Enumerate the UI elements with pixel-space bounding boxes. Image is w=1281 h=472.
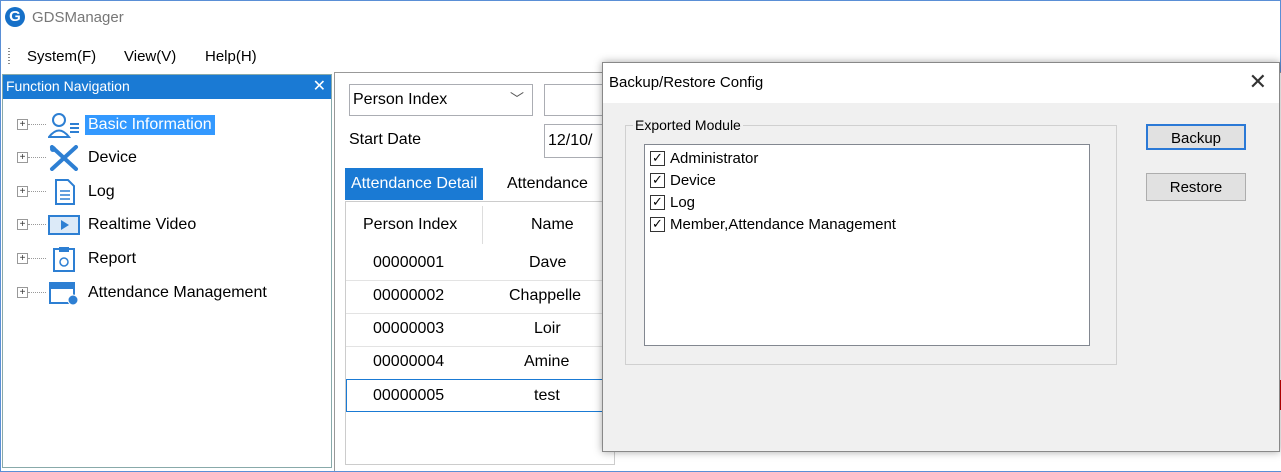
function-navigation-panel: Function Navigation ✕ + Basic Informatio…: [2, 74, 332, 468]
table-row[interactable]: 00000002 Chappelle: [346, 280, 612, 314]
module-item-device[interactable]: ✓ Device: [650, 172, 1050, 192]
cell-person-index: 00000005: [373, 387, 445, 404]
table-row[interactable]: 00000001 Dave: [346, 247, 612, 281]
cell-name: Loir: [534, 320, 561, 337]
expand-icon[interactable]: +: [17, 119, 28, 130]
clipboard-icon: [53, 247, 75, 272]
start-date-label: Start Date: [349, 131, 422, 148]
module-checklist: ✓ Administrator ✓ Device ✓ Log ✓ Member,…: [644, 144, 1090, 346]
module-item-member-attendance[interactable]: ✓ Member,Attendance Management: [650, 216, 1050, 236]
cell-person-index: 00000004: [373, 353, 445, 370]
table-row[interactable]: 00000004 Amine: [346, 346, 612, 380]
cell-name: Dave: [529, 254, 567, 271]
tree-item-log[interactable]: + Log: [3, 177, 323, 207]
expand-icon[interactable]: +: [17, 152, 28, 163]
tree-item-label: Basic Information: [85, 115, 215, 135]
module-label: Member,Attendance Management: [670, 216, 896, 233]
tree-item-realtime-video[interactable]: + Realtime Video: [3, 210, 323, 240]
checkbox-checked-icon[interactable]: ✓: [650, 151, 665, 166]
play-icon: [48, 215, 80, 235]
expand-icon[interactable]: +: [17, 219, 28, 230]
document-icon: [55, 179, 75, 205]
start-date-value: 12/10/: [548, 132, 593, 149]
tools-icon: [50, 145, 78, 171]
nav-header: Function Navigation ✕: [3, 75, 331, 99]
table-row[interactable]: 00000003 Loir: [346, 313, 612, 347]
module-item-administrator[interactable]: ✓ Administrator: [650, 150, 1050, 170]
tree-item-basic-information[interactable]: + Basic Information: [3, 110, 323, 140]
person-card-icon: [48, 113, 79, 138]
person-index-select[interactable]: Person Index ﹀: [349, 84, 533, 116]
cell-person-index: 00000003: [373, 320, 445, 337]
title-bar: G GDSManager: [0, 0, 1279, 38]
cell-name: test: [534, 387, 560, 404]
tree-item-label: Device: [88, 149, 137, 166]
tree-item-device[interactable]: + Device: [3, 143, 323, 173]
close-icon[interactable]: ✕: [313, 76, 326, 96]
backup-restore-dialog: Backup/Restore Config ✕ Exported Module …: [602, 62, 1280, 452]
menu-view[interactable]: View(V): [124, 48, 176, 65]
cell-person-index: 00000002: [373, 287, 445, 304]
attendance-grid: Person Index Name 00000001 Dave 00000002…: [345, 201, 615, 465]
tree-item-label: Log: [88, 183, 115, 200]
module-label: Log: [670, 194, 696, 211]
group-label: Exported Module: [633, 117, 743, 133]
tree-item-label: Realtime Video: [88, 216, 197, 233]
expand-icon[interactable]: +: [17, 253, 28, 264]
menu-grip-icon: [8, 48, 10, 66]
dialog-title: Backup/Restore Config: [609, 74, 764, 91]
column-header-name[interactable]: Name: [531, 216, 574, 234]
app-title: GDSManager: [32, 9, 124, 26]
module-label: Administrator: [670, 150, 759, 167]
calendar-clock-icon: [49, 282, 79, 306]
restore-button[interactable]: Restore: [1146, 173, 1246, 201]
app-logo-icon: G: [5, 7, 25, 27]
expand-icon[interactable]: +: [17, 186, 28, 197]
select-value: Person Index: [353, 91, 448, 108]
tab-attendance-detail[interactable]: Attendance Detail: [345, 168, 484, 200]
dialog-title-bar: Backup/Restore Config ✕: [603, 63, 1279, 103]
cell-person-index: 00000001: [373, 254, 445, 271]
tree-item-label: Report: [88, 250, 137, 267]
module-label: Device: [670, 172, 716, 189]
tab-attendance[interactable]: Attendance: [501, 168, 594, 200]
menu-help[interactable]: Help(H): [205, 48, 257, 65]
module-item-log[interactable]: ✓ Log: [650, 194, 1050, 214]
checkbox-checked-icon[interactable]: ✓: [650, 195, 665, 210]
checkbox-checked-icon[interactable]: ✓: [650, 217, 665, 232]
tree-item-report[interactable]: + Report: [3, 244, 323, 274]
cell-name: Chappelle: [509, 287, 582, 304]
checkbox-checked-icon[interactable]: ✓: [650, 173, 665, 188]
table-row-selected[interactable]: 00000005 test: [346, 379, 612, 412]
tab-bar: Attendance Detail Attendance: [345, 168, 613, 200]
expand-icon[interactable]: +: [17, 287, 28, 298]
menu-system[interactable]: System(F): [27, 48, 96, 65]
backup-button[interactable]: Backup: [1146, 124, 1246, 150]
tree-item-label: Attendance Management: [88, 284, 267, 301]
column-header-person-index[interactable]: Person Index: [363, 216, 457, 234]
cell-name: Amine: [524, 353, 570, 370]
close-icon[interactable]: ✕: [1249, 69, 1267, 95]
nav-title: Function Navigation: [6, 78, 130, 94]
chevron-down-icon: ﹀: [510, 91, 524, 107]
tree-item-attendance-management[interactable]: + Attendance Management: [3, 278, 323, 308]
